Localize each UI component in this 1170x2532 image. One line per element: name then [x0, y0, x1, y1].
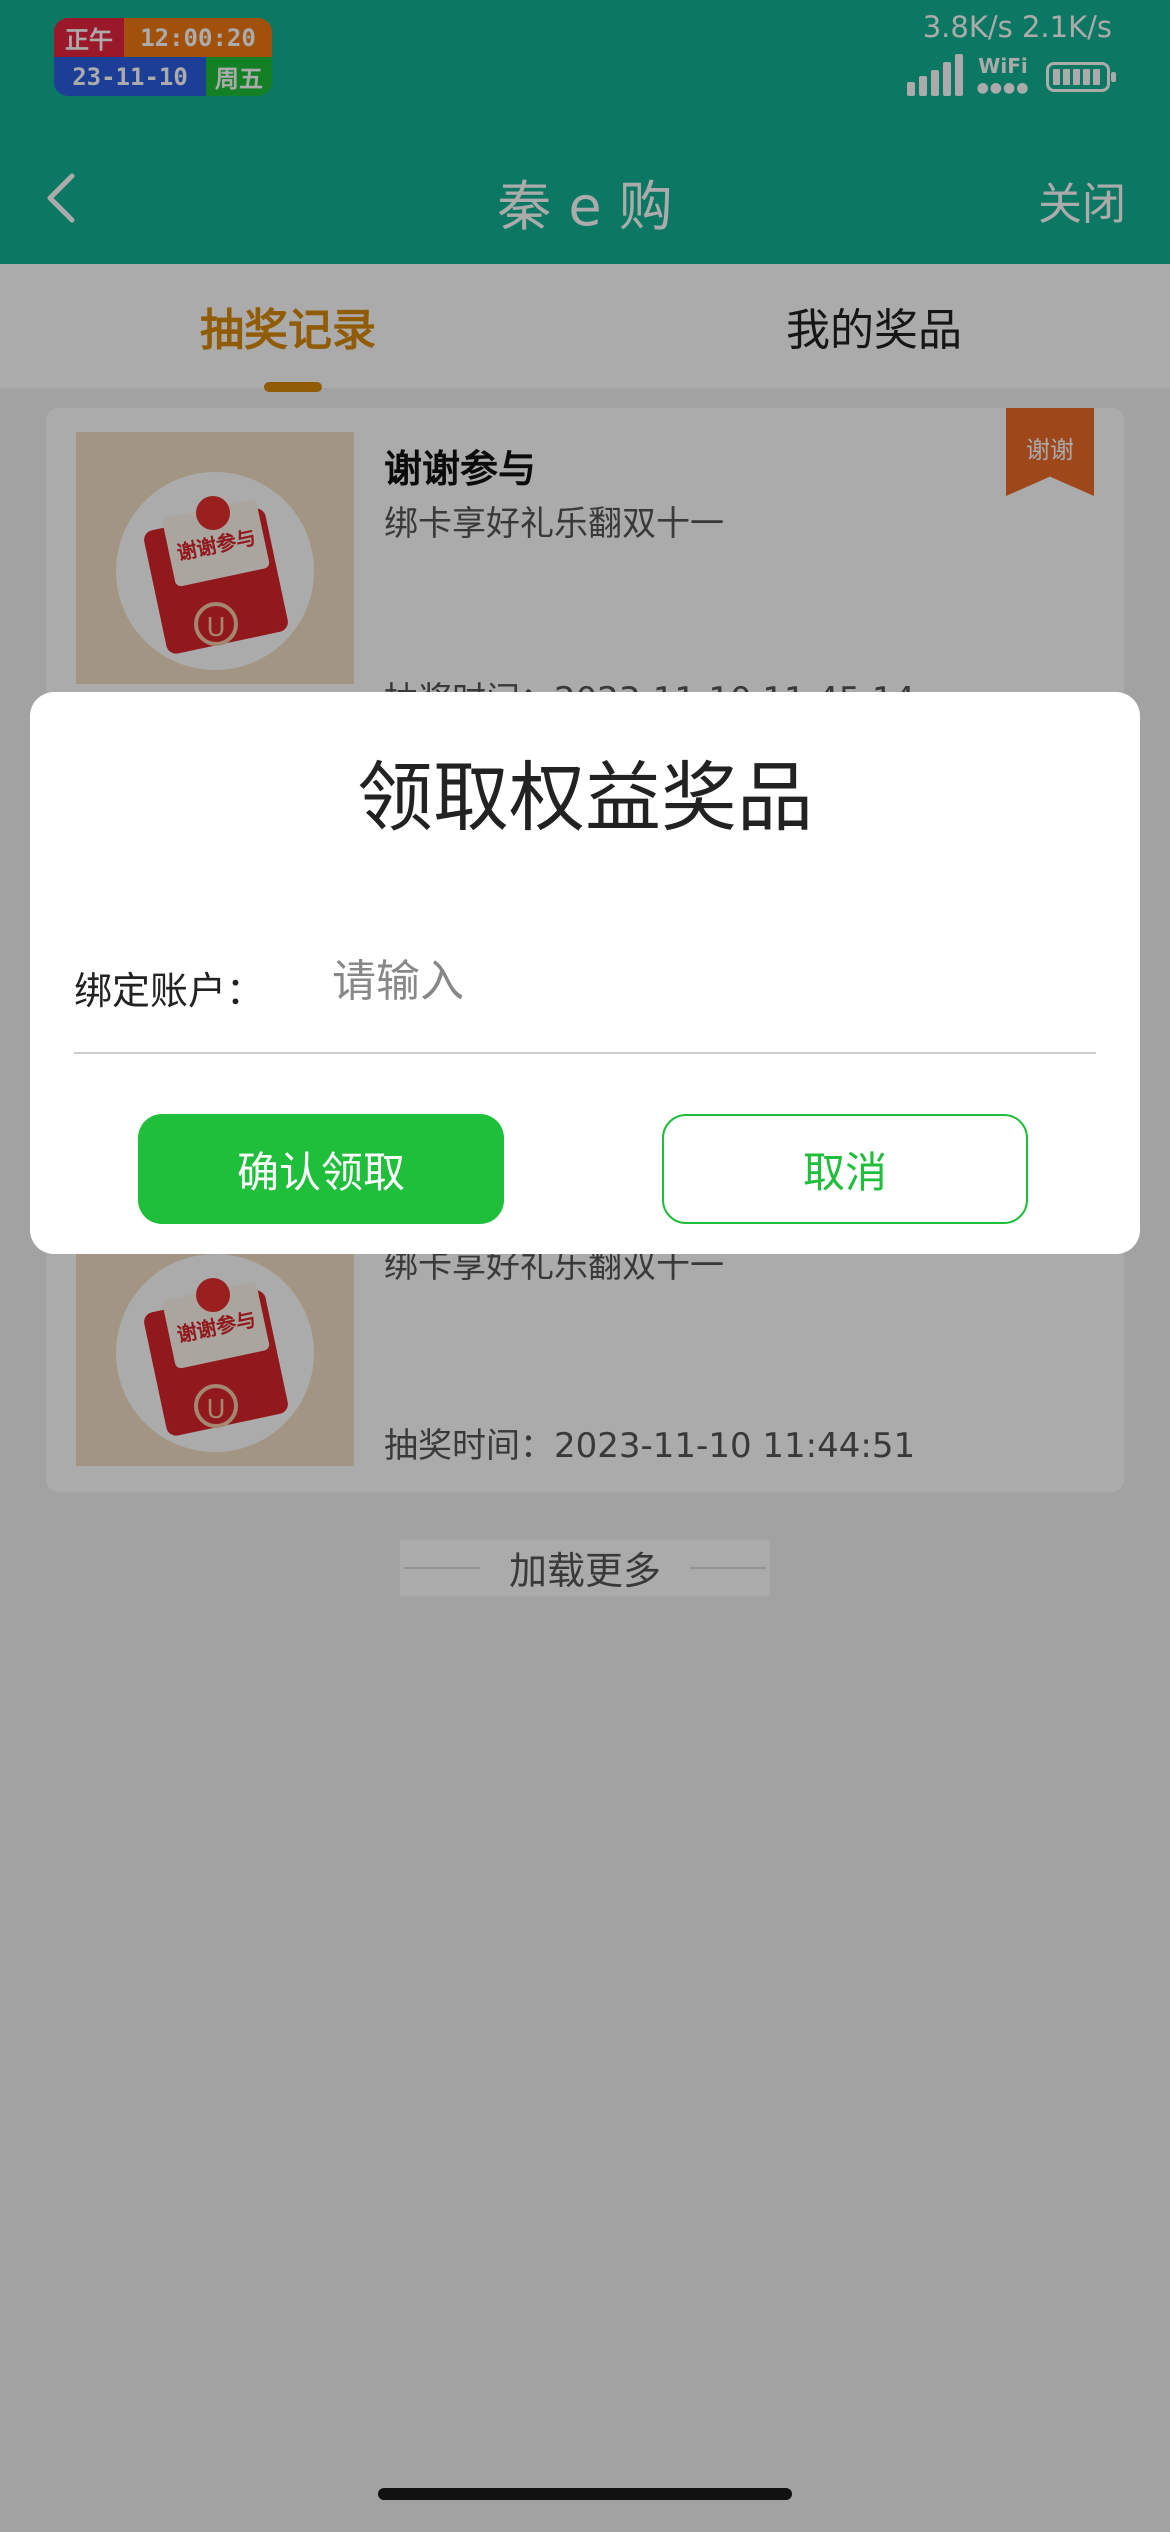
confirm-claim-button[interactable]: 确认领取 — [138, 1114, 504, 1224]
account-field-label: 绑定账户： — [74, 969, 265, 1013]
home-indicator[interactable] — [378, 2488, 792, 2500]
modal-overlay[interactable] — [0, 0, 1170, 2532]
account-input[interactable] — [330, 950, 1094, 1012]
dialog-title: 领取权益奖品 — [357, 753, 813, 842]
input-underline — [74, 1052, 1096, 1054]
cancel-button[interactable]: 取消 — [662, 1114, 1028, 1224]
claim-prize-dialog: 领取权益奖品 绑定账户： 确认领取 取消 — [30, 692, 1140, 1254]
